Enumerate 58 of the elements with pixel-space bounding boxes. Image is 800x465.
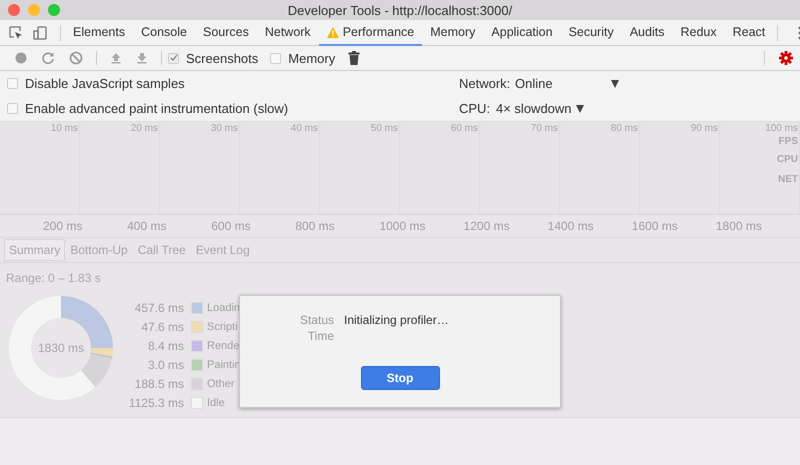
stop-button[interactable]: Stop bbox=[360, 366, 440, 390]
legend-label: Idle bbox=[207, 396, 225, 408]
time-value: 8.4 ms bbox=[146, 338, 184, 352]
tick-label: 70 ms bbox=[530, 122, 559, 134]
tab[interactable]: Security bbox=[560, 20, 622, 46]
tab[interactable]: Elements bbox=[65, 20, 134, 46]
tick-label: 40 ms bbox=[290, 122, 319, 134]
tick-label: 1600 ms bbox=[632, 219, 679, 233]
tab[interactable]: Memory bbox=[422, 20, 484, 46]
time-value: 1125.3 ms bbox=[128, 396, 184, 410]
tab[interactable]: Redux bbox=[672, 20, 725, 46]
track-label: NET bbox=[778, 174, 798, 186]
tick-label: 50 ms bbox=[370, 122, 399, 134]
tab[interactable]: React bbox=[724, 20, 774, 46]
tick-label: 600 ms bbox=[211, 219, 252, 233]
checkbox-label: Enable advanced paint instrumentation (slow) bbox=[25, 101, 288, 116]
tick-label: 60 ms bbox=[450, 122, 479, 134]
tick-label: 100 ms bbox=[765, 122, 799, 134]
tick-label: 1800 ms bbox=[716, 219, 763, 233]
range-label: Range: 0 – 1.83 s bbox=[6, 271, 102, 285]
legend-label: Scripti bbox=[207, 320, 238, 332]
tick-label: 1000 ms bbox=[379, 219, 426, 233]
window-title: Developer Tools - http://localhost:3000/ bbox=[286, 2, 514, 18]
tab[interactable]: Console bbox=[133, 20, 195, 46]
dropdown[interactable]: Online bbox=[515, 76, 619, 91]
checkbox-label: Memory bbox=[288, 50, 336, 66]
tick-label: 1400 ms bbox=[548, 219, 595, 233]
tab[interactable]: Sources bbox=[194, 20, 257, 46]
track-label: CPU bbox=[776, 154, 798, 166]
tick-label: 10 ms bbox=[50, 122, 79, 134]
legend-label: Other bbox=[207, 378, 235, 390]
checkbox-label: Disable JavaScript samples bbox=[25, 76, 185, 91]
field-label: Time bbox=[306, 329, 334, 343]
total-time: 1830 ms bbox=[38, 341, 84, 355]
legend-label: Rende bbox=[207, 340, 240, 352]
field-value: Initializing profiler… bbox=[344, 313, 449, 327]
track-label: FPS bbox=[778, 136, 798, 148]
legend-label: Loadin bbox=[207, 302, 240, 314]
tab[interactable]: Audits bbox=[622, 20, 672, 46]
time-value: 47.6 ms bbox=[140, 320, 184, 334]
tick-label: 400 ms bbox=[127, 219, 168, 233]
time-value: 457.6 ms bbox=[134, 300, 184, 314]
tick-label: 200 ms bbox=[43, 219, 84, 233]
checkbox-label: Screenshots bbox=[186, 50, 258, 66]
tab[interactable]: Application bbox=[483, 20, 561, 46]
field-label: Status bbox=[298, 313, 334, 327]
dropdown[interactable]: 4× slowdown bbox=[496, 101, 584, 116]
time-value: 188.5 ms bbox=[134, 376, 184, 390]
time-value: 3.0 ms bbox=[146, 358, 184, 372]
tick-label: 1200 ms bbox=[464, 219, 511, 233]
setting-label: CPU: bbox=[459, 101, 492, 116]
tick-label: 30 ms bbox=[210, 122, 239, 134]
tick-label: 800 ms bbox=[295, 219, 336, 233]
setting-label: Network: bbox=[459, 76, 512, 91]
tab[interactable]: Network bbox=[256, 20, 319, 46]
tick-label: 90 ms bbox=[690, 122, 719, 134]
tick-label: 80 ms bbox=[610, 122, 639, 134]
tick-label: 20 ms bbox=[130, 122, 159, 134]
